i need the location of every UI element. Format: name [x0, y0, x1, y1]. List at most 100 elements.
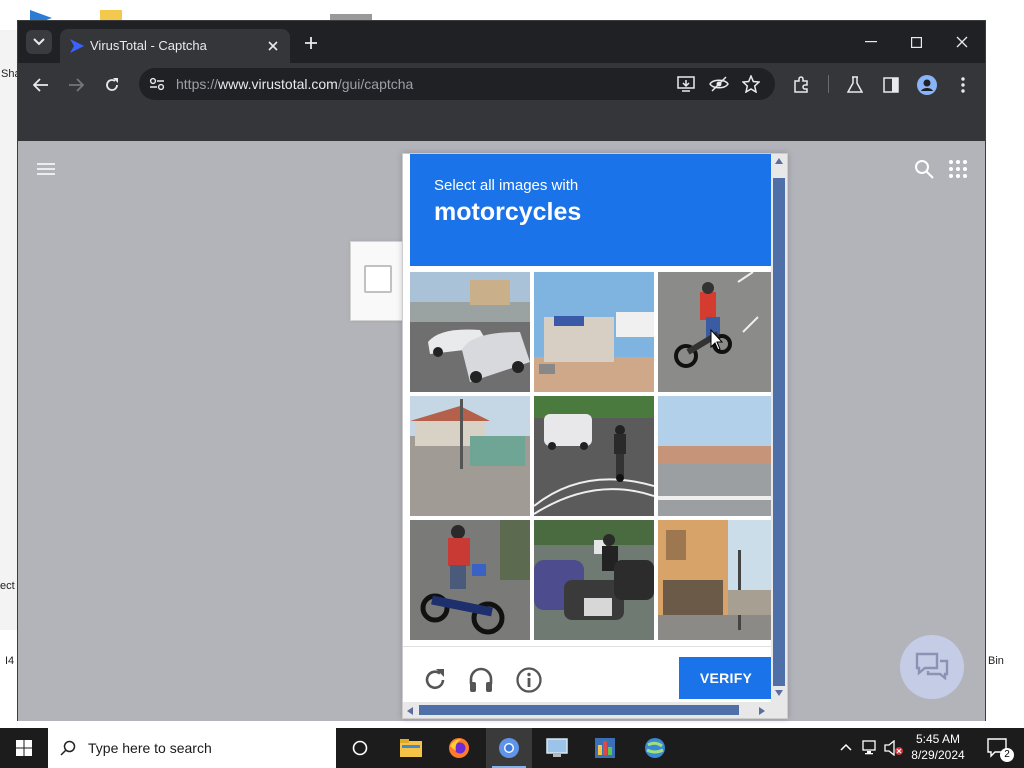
captcha-footer-divider — [403, 646, 771, 647]
scroll-up-arrow-icon[interactable] — [775, 158, 783, 164]
tracking-protection-eye-icon[interactable] — [709, 75, 729, 93]
scroll-left-arrow-icon[interactable] — [407, 707, 413, 715]
tile-motorcycle-red-rider[interactable] — [658, 272, 778, 392]
tile-car-motorcycle-road[interactable] — [534, 396, 654, 516]
task-view-button[interactable] — [340, 728, 380, 768]
clock[interactable]: 5:45 AM 8/29/2024 — [906, 731, 970, 763]
verify-button[interactable]: VERIFY — [679, 657, 773, 699]
chat-bubbles-icon — [915, 652, 949, 681]
flask-icon — [847, 76, 863, 93]
virustotal-favicon-icon — [70, 39, 84, 53]
url-prefix: https:// — [176, 76, 219, 92]
more-vertical-icon — [961, 77, 965, 93]
tab-title: VirusTotal - Captcha — [90, 38, 207, 53]
search-icon[interactable] — [914, 159, 934, 179]
volume-muted-icon[interactable] — [884, 740, 904, 756]
houses-image — [410, 396, 530, 516]
storefront-image — [534, 272, 654, 392]
bookmark-star-icon[interactable] — [742, 75, 760, 93]
profile-button[interactable] — [914, 72, 940, 98]
back-button[interactable] — [28, 72, 54, 98]
tile-parked-motorcycles[interactable] — [534, 520, 654, 640]
puzzle-icon — [794, 76, 808, 93]
search-placeholder: Type here to search — [88, 740, 212, 756]
chat-button[interactable] — [900, 635, 964, 699]
tile-shop-building[interactable] — [658, 520, 778, 640]
network-icon[interactable] — [862, 740, 880, 756]
tile-cars-street[interactable] — [410, 272, 530, 392]
captcha-challenge-popup: Select all images with motorcycles VERIF… — [402, 153, 788, 719]
taskbar-search-box[interactable]: Type here to search — [48, 728, 336, 768]
start-button[interactable] — [0, 728, 48, 768]
network-app-button[interactable] — [634, 728, 676, 768]
close-window-button[interactable] — [942, 29, 982, 55]
tile-houses[interactable] — [410, 396, 530, 516]
tab-bar: VirusTotal - Captcha — [18, 21, 985, 63]
notifications-button[interactable]: 2 — [978, 728, 1018, 768]
show-hidden-icons-chevron-up-icon[interactable] — [840, 743, 852, 751]
close-icon — [268, 41, 278, 51]
vertical-scrollbar[interactable] — [771, 154, 787, 702]
horizontal-scrollbar[interactable] — [403, 702, 787, 718]
arrow-right-icon — [69, 78, 84, 92]
bookmarks-bar — [18, 105, 985, 141]
tab-close-button[interactable] — [264, 37, 282, 55]
hamburger-menu-icon[interactable] — [36, 161, 56, 177]
reload-button[interactable] — [99, 72, 125, 98]
profile-avatar-icon — [917, 75, 937, 95]
clock-date: 8/29/2024 — [911, 748, 965, 762]
minimize-button[interactable] — [851, 29, 891, 55]
tile-wall-road[interactable] — [658, 396, 778, 516]
new-tab-button[interactable] — [300, 32, 322, 54]
navigation-toolbar: https://www.virustotal.com/gui/captcha — [18, 63, 985, 105]
file-explorer-button[interactable] — [390, 728, 432, 768]
info-icon[interactable] — [515, 666, 543, 694]
reload-icon — [106, 78, 118, 91]
captcha-header: Select all images with motorcycles — [410, 154, 771, 266]
arrow-left-icon — [33, 78, 48, 92]
address-bar[interactable]: https://www.virustotal.com/gui/captcha — [139, 68, 775, 100]
active-tab[interactable]: VirusTotal - Captcha — [60, 29, 290, 63]
tab-search-button[interactable] — [26, 30, 52, 54]
url-host: www.virustotal.com — [218, 76, 338, 92]
horizontal-scroll-thumb[interactable] — [419, 705, 739, 715]
site-info-icon[interactable] — [149, 77, 165, 91]
page-viewport: Select all images with motorcycles VERIF… — [18, 141, 985, 721]
tile-storefront[interactable] — [534, 272, 654, 392]
maximize-icon — [910, 36, 922, 48]
recycle-bin-label[interactable]: Bin — [988, 655, 1004, 667]
reload-challenge-icon[interactable] — [421, 666, 449, 694]
chrome-button[interactable] — [486, 728, 532, 768]
forward-button[interactable] — [63, 72, 89, 98]
close-icon — [956, 36, 968, 48]
windows-taskbar: Type here to search 5:45 AM 8/29/2024 2 — [0, 728, 1024, 768]
apps-grid-icon[interactable] — [948, 159, 968, 179]
cars-street-image — [410, 272, 530, 392]
shop-building-image — [658, 520, 778, 640]
firefox-button[interactable] — [438, 728, 480, 768]
control-panel-button[interactable] — [584, 728, 626, 768]
side-panel-button[interactable] — [878, 72, 904, 98]
audio-challenge-headphones-icon[interactable] — [467, 666, 495, 694]
browser-menu-button[interactable] — [950, 72, 976, 98]
maximize-button[interactable] — [896, 29, 936, 55]
tile-motorcycle-rider-red-jacket[interactable] — [410, 520, 530, 640]
recaptcha-checkbox[interactable] — [364, 265, 392, 293]
scroll-right-arrow-icon[interactable] — [759, 707, 765, 715]
install-app-icon[interactable] — [677, 75, 695, 93]
labs-button[interactable] — [842, 72, 868, 98]
url-text[interactable]: https://www.virustotal.com/gui/captcha — [176, 76, 413, 92]
captcha-instruction: Select all images with — [434, 177, 579, 194]
plus-icon — [305, 37, 317, 49]
firefox-icon — [449, 738, 469, 758]
chrome-icon — [499, 738, 519, 758]
scroll-down-arrow-icon[interactable] — [775, 690, 783, 696]
clock-time: 5:45 AM — [915, 732, 961, 746]
monitor-icon — [546, 738, 568, 757]
remote-desktop-button[interactable] — [536, 728, 578, 768]
folder-icon — [400, 739, 422, 757]
extensions-button[interactable] — [788, 72, 814, 98]
toolbar-separator — [828, 75, 829, 93]
vertical-scroll-thumb[interactable] — [773, 178, 785, 686]
parked-motorcycles-image — [534, 520, 654, 640]
